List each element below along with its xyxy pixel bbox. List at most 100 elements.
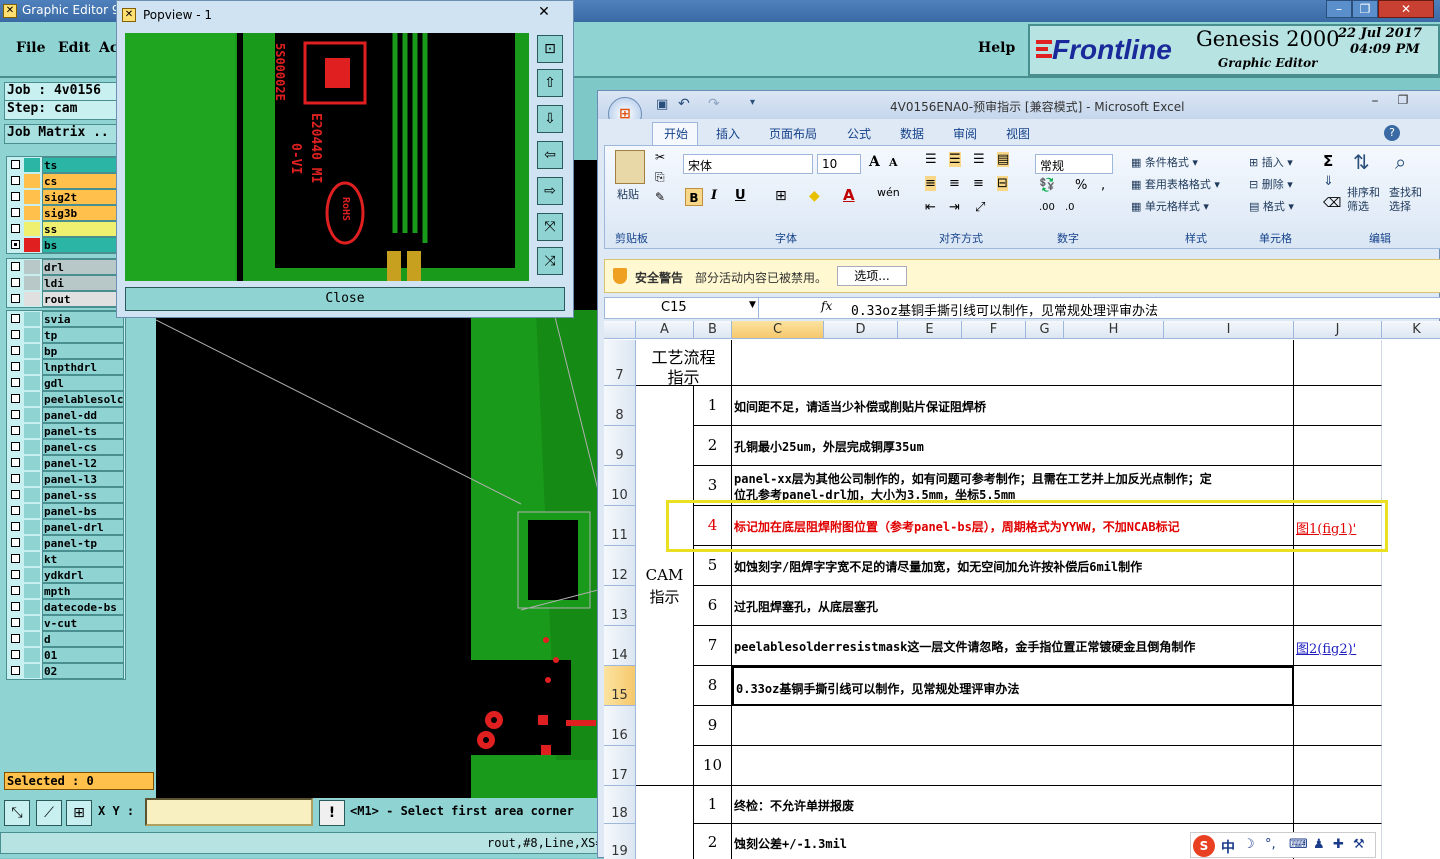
layer-color-swatch[interactable] xyxy=(24,260,40,274)
layer-row[interactable]: panel-dd xyxy=(7,407,125,423)
layer-name[interactable]: kt xyxy=(42,551,124,567)
item-number-cell[interactable]: 7 xyxy=(694,626,732,666)
excel-restore-button[interactable]: ❐ xyxy=(1390,93,1416,111)
underline-icon[interactable]: U xyxy=(735,188,746,203)
qat-customize-icon[interactable]: ▾ xyxy=(750,97,755,108)
layer-name[interactable]: bs xyxy=(42,237,124,253)
column-header[interactable]: K xyxy=(1382,321,1440,339)
layer-name[interactable]: panel-ss xyxy=(42,487,124,503)
layer-row[interactable]: tp xyxy=(7,327,125,343)
layer-checkbox[interactable] xyxy=(11,602,20,611)
align-right-icon[interactable]: ≡ xyxy=(973,176,984,191)
comma-icon[interactable]: , xyxy=(1101,178,1105,193)
measure-icon[interactable]: ⟋ xyxy=(36,800,62,826)
orientation-icon[interactable]: ⤢ xyxy=(975,200,985,215)
tab-insert[interactable]: 插入 xyxy=(716,125,740,142)
tab-page-layout[interactable]: 页面布局 xyxy=(769,125,817,142)
item-number-cell[interactable]: 10 xyxy=(694,746,732,786)
italic-icon[interactable]: I xyxy=(711,188,717,203)
pan-right-icon[interactable]: ⇨ xyxy=(537,177,563,205)
align-bottom-icon[interactable]: ☰ xyxy=(973,152,985,167)
figure-link[interactable]: 图2(fig2)' xyxy=(1296,638,1356,657)
font-name-select[interactable]: 宋体 xyxy=(683,154,813,174)
row-header[interactable]: 16 xyxy=(604,706,636,746)
layer-color-swatch[interactable] xyxy=(24,600,40,614)
layer-name[interactable]: sig3b xyxy=(42,205,124,221)
help-icon[interactable]: ? xyxy=(1384,125,1400,141)
layer-name[interactable]: panel-dd xyxy=(42,407,124,423)
layer-color-swatch[interactable] xyxy=(24,520,40,534)
layer-row[interactable]: mpth xyxy=(7,583,125,599)
layer-name[interactable]: drl xyxy=(42,259,124,275)
copy-icon[interactable]: ⎘ xyxy=(655,170,665,185)
decrease-indent-icon[interactable]: ⇤ xyxy=(925,200,936,215)
popview-close-icon[interactable]: ✕ xyxy=(521,3,567,21)
layer-color-swatch[interactable] xyxy=(24,376,40,390)
figure-link-cell[interactable] xyxy=(1294,586,1382,626)
column-header[interactable]: A xyxy=(636,321,694,339)
cut-icon[interactable]: ✂ xyxy=(655,150,665,164)
layer-row[interactable]: ss xyxy=(7,221,125,237)
layer-checkbox[interactable] xyxy=(11,586,20,595)
align-middle-icon[interactable]: ☰ xyxy=(949,152,961,167)
layer-name[interactable]: panel-bs xyxy=(42,503,124,519)
align-top-icon[interactable]: ☰ xyxy=(925,152,937,167)
format-painter-icon[interactable]: ✎ xyxy=(655,190,665,204)
popview-close-button[interactable]: Close xyxy=(125,287,565,311)
figure-link-cell[interactable] xyxy=(1294,786,1382,824)
layer-row[interactable]: ts xyxy=(7,157,125,173)
layer-checkbox[interactable] xyxy=(11,538,20,547)
cell-style-button[interactable]: ▦ 单元格样式 ▾ xyxy=(1131,198,1209,214)
redo-icon[interactable]: ↷ xyxy=(708,96,720,112)
layer-row[interactable]: bp xyxy=(7,343,125,359)
layer-name[interactable]: panel-l3 xyxy=(42,471,124,487)
layer-name[interactable]: datecode-bs xyxy=(42,599,124,615)
instruction-cell[interactable]: 如蚀刻字/阻焊字字宽不足的请尽量加宽，如无空间加允许按补偿后6mil制作 xyxy=(732,546,1294,586)
layer-name[interactable]: ts xyxy=(42,157,124,173)
layer-color-swatch[interactable] xyxy=(24,584,40,598)
figure-link-cell[interactable] xyxy=(1294,546,1382,586)
layer-row[interactable]: cs xyxy=(7,173,125,189)
layer-row[interactable]: ldi xyxy=(7,275,125,291)
layer-row[interactable]: panel-ss xyxy=(7,487,125,503)
instruction-cell[interactable]: 终检：不允许单拼报废 xyxy=(732,786,1294,824)
paste-button[interactable]: 粘贴 xyxy=(617,186,639,202)
layer-row[interactable]: sig2t xyxy=(7,189,125,205)
wrap-text-icon[interactable]: ▤ xyxy=(997,152,1010,167)
shrink-font-icon[interactable]: A xyxy=(889,156,898,169)
layer-row[interactable]: ydkdrl xyxy=(7,567,125,583)
moon-icon[interactable]: ☽ xyxy=(1243,837,1255,852)
row-header[interactable]: 14 xyxy=(604,626,636,666)
layer-name[interactable]: tp xyxy=(42,327,124,343)
layer-checkbox[interactable] xyxy=(11,192,20,201)
figure-link-cell[interactable] xyxy=(1294,386,1382,426)
increase-decimal-icon[interactable]: .00 xyxy=(1039,202,1055,213)
name-box-dropdown-icon[interactable]: ▼ xyxy=(749,300,756,310)
font-color-icon[interactable]: A xyxy=(843,186,855,204)
instruction-cell[interactable]: 孔铜最小25um，外层完成铜厚35um xyxy=(732,426,1294,466)
layer-row[interactable]: rout xyxy=(7,291,125,307)
layer-name[interactable]: mpth xyxy=(42,583,124,599)
fill-icon[interactable]: ⇓ xyxy=(1323,174,1334,189)
figure-link-cell[interactable] xyxy=(1294,426,1382,466)
layer-row[interactable]: 01 xyxy=(7,647,125,663)
layer-name[interactable]: 02 xyxy=(42,663,124,679)
layer-name[interactable]: panel-cs xyxy=(42,439,124,455)
autosum-icon[interactable]: Σ xyxy=(1323,152,1333,170)
cam-section-cell[interactable]: CAM 指示 xyxy=(636,386,694,786)
layer-name[interactable]: peelablesolc xyxy=(42,391,124,407)
row-header[interactable]: 12 xyxy=(604,546,636,586)
layer-checkbox[interactable] xyxy=(11,570,20,579)
sort-filter-button[interactable]: 排序和筛选 xyxy=(1347,186,1387,214)
layer-color-swatch[interactable] xyxy=(24,664,40,678)
pan-down-icon[interactable]: ⇩ xyxy=(537,105,563,133)
layer-name[interactable]: gdl xyxy=(42,375,124,391)
font-size-select[interactable]: 10 xyxy=(817,154,861,174)
layer-checkbox[interactable] xyxy=(11,554,20,563)
column-header[interactable]: B xyxy=(694,321,732,339)
layer-checkbox[interactable] xyxy=(11,330,20,339)
layer-checkbox[interactable] xyxy=(11,442,20,451)
layer-checkbox[interactable] xyxy=(11,506,20,515)
table-format-button[interactable]: ▦ 套用表格格式 ▾ xyxy=(1131,176,1220,192)
layer-row[interactable]: panel-drl xyxy=(7,519,125,535)
